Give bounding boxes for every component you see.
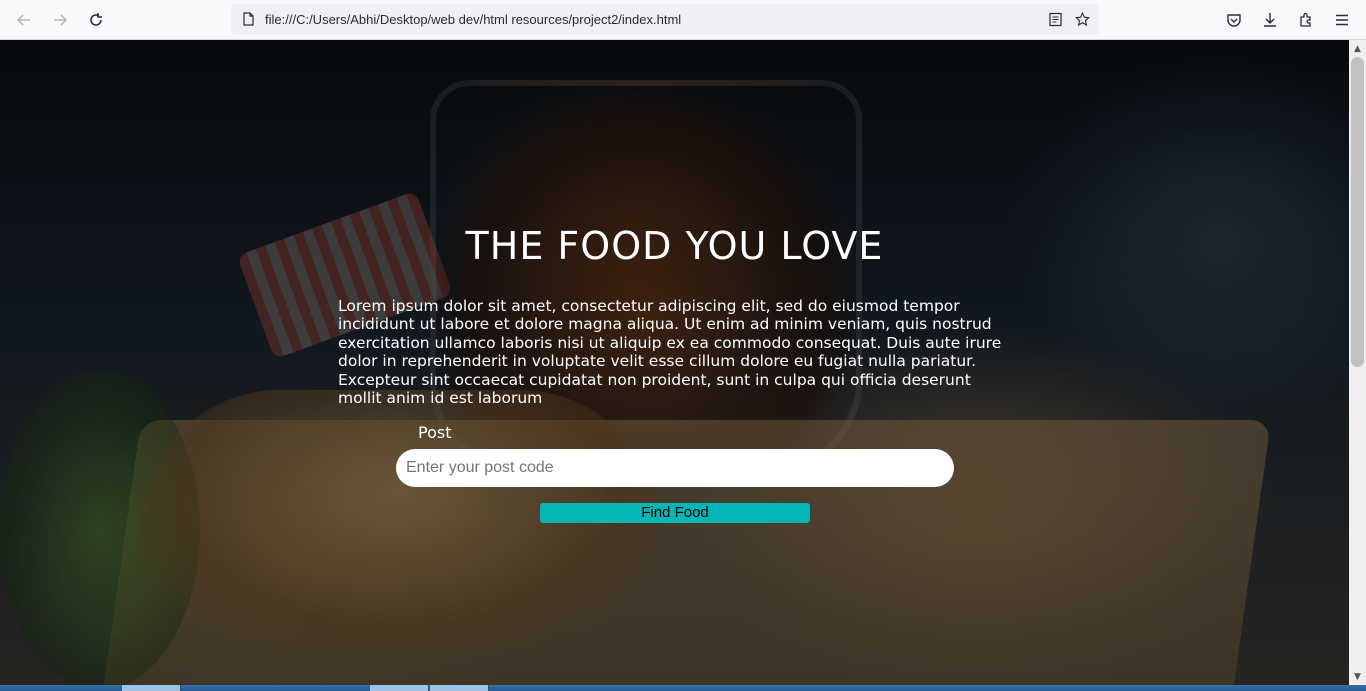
pocket-icon (1227, 14, 1241, 27)
arrow-right-icon (54, 14, 68, 26)
arrow-left-icon (16, 14, 30, 26)
hero-paragraph: Lorem ipsum dolor sit amet, consectetur … (338, 297, 1002, 408)
taskbar-button[interactable] (430, 685, 489, 691)
browser-toolbar: file:///C:/Users/Abhi/Desktop/web dev/ht… (0, 0, 1366, 40)
forward-button[interactable] (42, 2, 78, 38)
taskbar-button[interactable] (122, 685, 181, 691)
scroll-thumb[interactable] (1351, 57, 1364, 367)
reload-button[interactable] (78, 2, 114, 38)
page-icon (243, 12, 254, 26)
os-taskbar (0, 685, 1366, 691)
download-icon (1264, 13, 1276, 27)
star-icon[interactable] (1075, 12, 1090, 27)
pocket-button[interactable] (1216, 2, 1252, 38)
extensions-icon (1300, 12, 1311, 27)
page-viewport: THE FOOD YOU LOVE Lorem ipsum dolor sit … (0, 40, 1349, 685)
vertical-scrollbar[interactable]: ▲ ▼ (1349, 40, 1366, 685)
reader-view-icon[interactable] (1048, 12, 1063, 27)
taskbar-button[interactable] (370, 685, 429, 691)
post-label: Post (418, 423, 452, 442)
url-text[interactable]: file:///C:/Users/Abhi/Desktop/web dev/ht… (265, 12, 681, 27)
hero-title: THE FOOD YOU LOVE (465, 224, 884, 268)
post-code-input[interactable] (396, 449, 954, 487)
scroll-down-arrow-icon[interactable]: ▼ (1349, 668, 1366, 685)
reload-icon (90, 13, 102, 26)
extensions-button[interactable] (1288, 2, 1324, 38)
url-bar[interactable]: file:///C:/Users/Abhi/Desktop/web dev/ht… (231, 4, 1099, 35)
downloads-button[interactable] (1252, 2, 1288, 38)
back-button[interactable] (6, 2, 42, 38)
hamburger-menu-icon (1336, 14, 1348, 26)
scroll-up-arrow-icon[interactable]: ▲ (1349, 40, 1366, 57)
find-food-button[interactable]: Find Food (540, 503, 810, 523)
app-menu-button[interactable] (1324, 2, 1360, 38)
